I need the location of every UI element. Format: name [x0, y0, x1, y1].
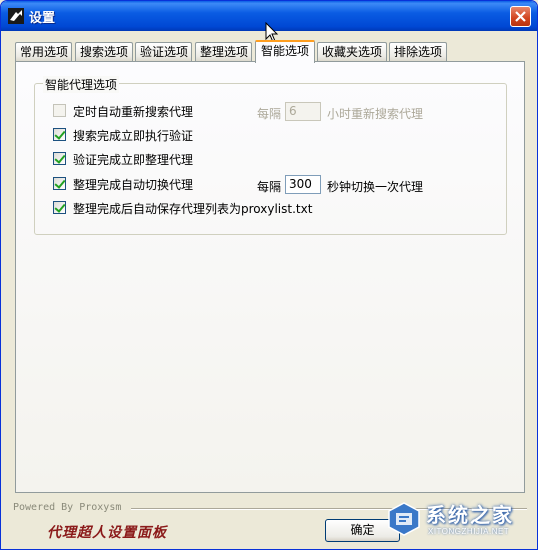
tab-organize[interactable]: 整理选项 [195, 42, 252, 62]
checkbox[interactable] [53, 201, 66, 214]
checkbox[interactable] [53, 128, 66, 141]
tab-smart[interactable]: 智能选项 [255, 40, 315, 63]
option-label: 整理完成后自动保存代理列表为proxylist.txt [73, 202, 313, 216]
option-label: 验证完成立即整理代理 [73, 153, 194, 167]
checkbox[interactable] [53, 104, 66, 117]
smart-proxy-groupbox: 智能代理选项 定时自动重新搜索代理 每隔 6 小时重新搜索代理 搜索完成立即执行… [34, 76, 507, 235]
watermark-subtext: XITONGZHIJIA.NET [428, 527, 510, 536]
watermark: 系统之家 XITONGZHIJIA.NET [386, 497, 536, 547]
option-verify-after-search[interactable]: 搜索完成立即执行验证 [53, 127, 253, 143]
option-auto-research[interactable]: 定时自动重新搜索代理 [53, 103, 253, 119]
option-organize-after-verify[interactable]: 验证完成立即整理代理 [53, 151, 253, 167]
app-icon [8, 8, 24, 24]
watermark-text: 系统之家 [426, 503, 514, 527]
watermark-logo-icon [386, 501, 422, 540]
option-auto-save-list[interactable]: 整理完成后自动保存代理列表为proxylist.txt [53, 200, 333, 216]
close-button[interactable] [510, 6, 531, 27]
research-interval-prefix: 每隔 [257, 107, 282, 121]
option-auto-switch[interactable]: 整理完成自动切换代理 [53, 176, 253, 192]
checkbox[interactable] [53, 177, 66, 190]
switch-interval-suffix: 秒钟切换一次代理 [327, 180, 424, 194]
option-label: 整理完成自动切换代理 [73, 178, 194, 192]
close-icon [515, 11, 526, 22]
tab-exclude[interactable]: 排除选项 [389, 42, 447, 62]
powered-by-label: Powered By Proxysm [13, 502, 122, 513]
checkbox[interactable] [53, 152, 66, 165]
smart-options-panel: 智能代理选项 定时自动重新搜索代理 每隔 6 小时重新搜索代理 搜索完成立即执行… [15, 61, 525, 493]
research-interval-suffix: 小时重新搜索代理 [327, 107, 424, 121]
tab-favorites[interactable]: 收藏夹选项 [317, 42, 387, 62]
switch-interval-prefix: 每隔 [257, 180, 282, 194]
settings-window: 设置 常用选项 搜索选项 验证选项 整理选项 智能选项 收藏夹选项 排除选项 智… [0, 0, 538, 550]
switch-interval-input[interactable]: 300 [285, 175, 321, 194]
tab-search[interactable]: 搜索选项 [75, 42, 133, 62]
option-label: 定时自动重新搜索代理 [73, 105, 194, 119]
window-title: 设置 [29, 11, 56, 26]
tab-general[interactable]: 常用选项 [15, 42, 72, 62]
research-interval-input[interactable]: 6 [285, 102, 321, 121]
option-label: 搜索完成立即执行验证 [73, 129, 194, 143]
tab-verify[interactable]: 验证选项 [135, 42, 192, 62]
brand-label: 代理超人设置面板 [47, 525, 167, 541]
group-title: 智能代理选项 [43, 76, 120, 93]
